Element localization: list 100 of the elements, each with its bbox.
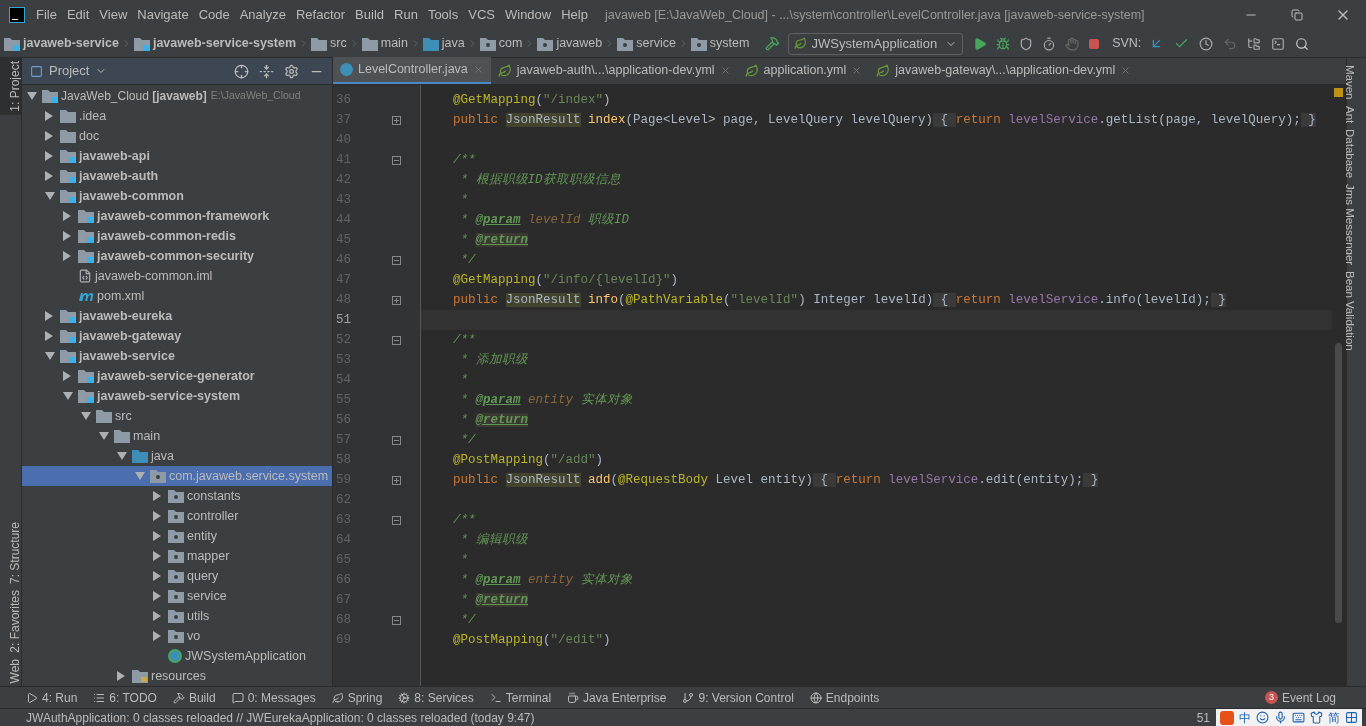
menu-item[interactable]: Tools [422,5,464,25]
expanded-arrow-icon[interactable] [45,352,55,360]
breadcrumb[interactable]: service [615,34,678,53]
tool-window-button[interactable]: Endpoints [801,688,888,707]
collapsed-arrow-icon[interactable] [45,331,53,341]
keyboard-icon[interactable] [1292,711,1305,724]
tree-item[interactable]: javaweb-service-system [22,386,332,406]
collapsed-arrow-icon[interactable] [63,211,71,221]
collapsed-arrow-icon[interactable] [153,491,161,501]
tree-item[interactable]: pom.xml [22,286,332,306]
scrollbar-thumb[interactable] [1335,343,1342,623]
breadcrumb[interactable]: system [688,34,752,53]
fold-plus-icon[interactable] [391,475,401,485]
tree-item[interactable]: JavaWeb_Cloud [javaweb] E:\JavaWeb_Cloud [22,86,332,106]
settings-icon[interactable] [284,63,299,79]
expanded-arrow-icon[interactable] [45,192,55,200]
history-icon[interactable] [1199,36,1214,51]
ime-charset[interactable]: 简 [1328,708,1340,726]
collapsed-arrow-icon[interactable] [45,311,53,321]
tree-item[interactable]: query [22,566,332,586]
menu-item[interactable]: View [94,5,133,25]
tree-item[interactable]: javaweb-common.iml [22,266,332,286]
shirt-icon[interactable] [1310,711,1323,724]
bug-icon[interactable] [996,36,1011,51]
fold-minus-icon[interactable] [391,155,401,165]
stop-icon[interactable] [1088,37,1101,50]
collapsed-arrow-icon[interactable] [153,591,161,601]
ime-mode[interactable]: 中 [1239,708,1251,726]
smile-icon[interactable] [1256,711,1269,724]
locate-icon[interactable] [234,63,249,79]
tree-item[interactable]: javaweb-eureka [22,306,332,326]
tree-item[interactable]: .idea [22,106,332,126]
run-icon[interactable] [973,36,988,51]
collapsed-arrow-icon[interactable] [153,511,161,521]
tool-window-tab[interactable]: Database [1347,125,1366,182]
tree-item[interactable]: mapper [22,546,332,566]
menu-item[interactable]: Run [389,5,423,25]
tool-window-tab[interactable]: Maven [1347,62,1366,103]
grid-icon[interactable] [1345,711,1358,724]
tree-item[interactable]: javaweb-gateway [22,326,332,346]
breadcrumb[interactable]: javaweb [535,34,605,53]
collapsed-arrow-icon[interactable] [153,551,161,561]
expanded-arrow-icon[interactable] [81,412,91,420]
hammer-icon[interactable] [765,36,781,51]
tree-item[interactable]: javaweb-common-redis [22,226,332,246]
tree-item[interactable]: utils [22,606,332,626]
menu-item[interactable]: Window [499,5,557,25]
tool-window-button[interactable]: 6: TODO [85,688,165,707]
microphone-icon[interactable] [1274,711,1287,724]
tool-window-tab[interactable]: 2: Favorites [0,586,21,656]
collapsed-arrow-icon[interactable] [153,631,161,641]
breadcrumb[interactable]: java [420,34,467,53]
folder-tree-icon[interactable] [1247,36,1262,51]
terminal-icon[interactable] [1271,36,1286,51]
menu-item[interactable]: Code [193,5,235,25]
tree-item[interactable]: src [22,406,332,426]
fold-plus-icon[interactable] [391,295,401,305]
menu-item[interactable]: VCS [463,5,500,25]
menu-item[interactable]: Analyze [234,5,291,25]
tool-window-tab[interactable]: Jms Messenger [1347,181,1366,269]
tool-window-button[interactable]: 9: Version Control [674,688,802,707]
editor-tab[interactable]: javaweb-gateway\...\application-dev.yml [869,57,1139,84]
tree-item[interactable]: javaweb-common [22,186,332,206]
tool-window-button[interactable]: Spring [323,688,391,707]
editor-tab[interactable]: javaweb-auth\...\application-dev.yml [490,57,738,84]
tool-window-button[interactable]: Terminal [481,688,560,707]
tree-item[interactable]: java [22,446,332,466]
run-config-dropdown[interactable]: JWSystemApplication [788,32,964,55]
event-log-button[interactable]: 3 Event Log [1264,688,1336,707]
fold-minus-icon[interactable] [391,435,401,445]
tree-item[interactable]: controller [22,506,332,526]
fold-minus-icon[interactable] [391,335,401,345]
expanded-arrow-icon[interactable] [117,452,127,460]
project-view-selector[interactable]: Project [30,61,108,81]
menu-item[interactable]: File [31,5,62,25]
fold-minus-icon[interactable] [391,255,401,265]
collapsed-arrow-icon[interactable] [153,571,161,581]
tool-window-button[interactable]: Build [164,688,224,707]
tool-window-button[interactable]: 8: Services [390,688,482,707]
fold-plus-icon[interactable] [391,115,401,125]
breadcrumb[interactable]: com [477,34,525,53]
tree-item[interactable]: entity [22,526,332,546]
menu-item[interactable]: Build [350,5,389,25]
tool-window-tab[interactable]: Bean Validation [1347,268,1366,354]
tool-window-button[interactable]: Java Enterprise [559,688,675,707]
breadcrumb[interactable]: javaweb-service-system [131,34,299,53]
menu-item[interactable]: Refactor [290,5,351,25]
tool-window-tab[interactable]: Web [0,655,21,686]
collapsed-arrow-icon[interactable] [63,251,71,261]
fold-minus-icon[interactable] [391,515,401,525]
tool-window-button[interactable]: 0: Messages [223,688,324,707]
collapsed-arrow-icon[interactable] [45,171,53,181]
tree-item[interactable]: JWSystemApplication [22,646,332,666]
tool-window-tab[interactable]: 7: Structure [0,518,21,587]
tool-window-button[interactable]: 4: Run [18,688,86,707]
tree-item[interactable]: doc [22,126,332,146]
tree-item[interactable]: javaweb-service [22,346,332,366]
menu-item[interactable]: Help [556,5,593,25]
collapsed-arrow-icon[interactable] [153,611,161,621]
tool-window-tab[interactable]: Ant [1347,102,1366,126]
